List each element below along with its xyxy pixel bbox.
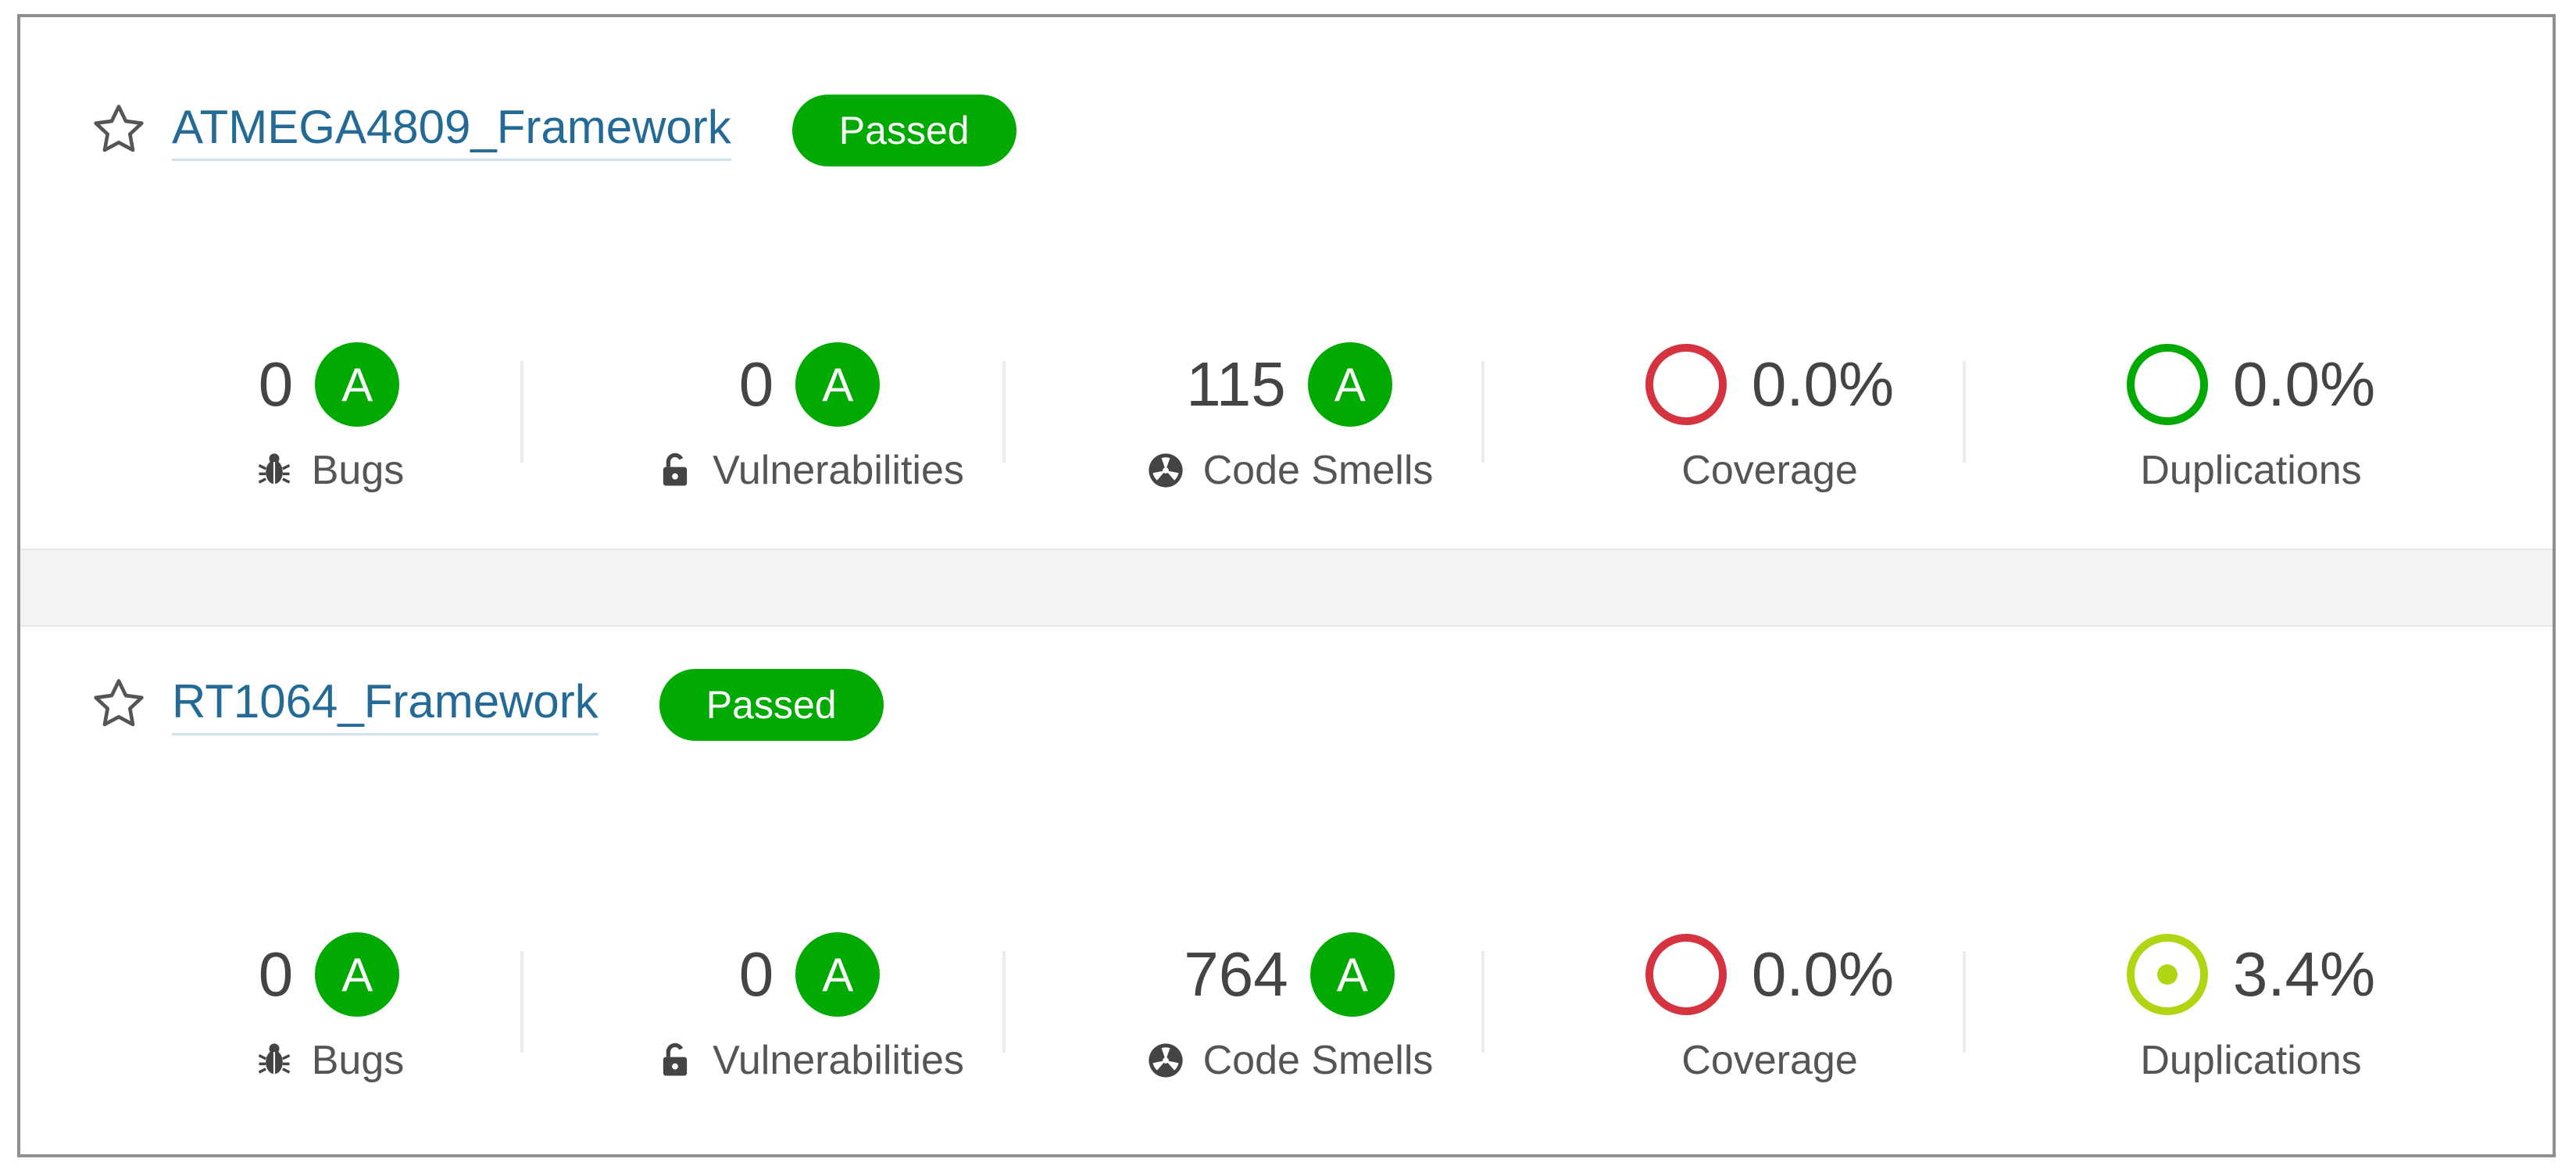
bugs-value[interactable]: 0 — [259, 349, 294, 420]
measure-divider — [1481, 951, 1485, 1053]
vulnerabilities-label: Vulnerabilities — [713, 448, 964, 493]
measures-row: 0 A Bugs 0 A — [20, 314, 2553, 517]
code-smells-label: Code Smells — [1202, 1038, 1434, 1083]
vulnerabilities-value[interactable]: 0 — [739, 349, 774, 420]
star-icon[interactable] — [88, 674, 150, 736]
duplications-label: Duplications — [2140, 448, 2362, 493]
bugs-label: Bugs — [311, 1038, 405, 1083]
code-smells-measure[interactable]: 764 A Code Smells — [1051, 904, 1527, 1107]
coverage-measure[interactable]: 0.0% Coverage — [1531, 904, 2008, 1107]
bugs-rating[interactable]: A — [315, 932, 400, 1017]
vulnerabilities-label: Vulnerabilities — [713, 1038, 964, 1083]
code-smells-value[interactable]: 115 — [1186, 349, 1286, 420]
star-icon[interactable] — [88, 99, 150, 162]
measure-divider — [1963, 361, 1966, 463]
bugs-value[interactable]: 0 — [259, 939, 294, 1010]
measure-divider — [1963, 951, 1966, 1053]
duplications-value[interactable]: 0.0% — [2233, 349, 2375, 420]
vulnerabilities-rating[interactable]: A — [795, 342, 881, 427]
bugs-label: Bugs — [311, 448, 405, 493]
code-smells-rating[interactable]: A — [1307, 342, 1392, 427]
measure-divider — [520, 951, 523, 1053]
measure-divider — [1002, 951, 1006, 1053]
projects-panel: ATMEGA4809_Framework Passed 0 A Bugs 0 A… — [17, 14, 2556, 1157]
vulnerabilities-measure[interactable]: 0 A Vulnerabilities — [571, 904, 1048, 1107]
circle-dot — [2156, 964, 2178, 985]
lock-icon — [655, 1040, 695, 1081]
lock-icon — [655, 450, 695, 491]
coverage-value[interactable]: 0.0% — [1752, 939, 1894, 1010]
duplications-value[interactable]: 3.4% — [2233, 939, 2375, 1010]
code-smells-value[interactable]: 764 — [1184, 939, 1288, 1010]
project-name-link[interactable]: ATMEGA4809_Framework — [172, 100, 731, 161]
coverage-label: Coverage — [1681, 448, 1858, 493]
quality-gate-badge: Passed — [659, 669, 884, 741]
yellowgreen-dot-circle-icon — [2126, 934, 2208, 1015]
project-separator — [20, 549, 2553, 627]
quality-gate-badge: Passed — [791, 95, 1016, 166]
bug-icon — [254, 450, 295, 491]
measures-row: 0 A Bugs 0 A — [20, 904, 2553, 1107]
red-circle-icon — [1645, 934, 1727, 1015]
bug-icon — [254, 1040, 295, 1081]
red-circle-icon — [1645, 344, 1727, 425]
bugs-rating[interactable]: A — [315, 342, 400, 427]
code-smells-measure[interactable]: 115 A Code Smells — [1051, 314, 1527, 517]
project-card: ATMEGA4809_Framework Passed 0 A Bugs 0 A… — [20, 17, 2553, 549]
vulnerabilities-value[interactable]: 0 — [739, 939, 774, 1010]
duplications-label: Duplications — [2140, 1038, 2362, 1083]
coverage-value[interactable]: 0.0% — [1752, 349, 1894, 420]
vulnerabilities-rating[interactable]: A — [795, 932, 881, 1017]
coverage-label: Coverage — [1681, 1038, 1858, 1083]
project-header: ATMEGA4809_Framework Passed — [88, 88, 1016, 173]
radiation-icon — [1145, 1040, 1186, 1081]
code-smells-label: Code Smells — [1202, 448, 1434, 493]
radiation-icon — [1145, 450, 1186, 491]
vulnerabilities-measure[interactable]: 0 A Vulnerabilities — [571, 314, 1048, 517]
coverage-measure[interactable]: 0.0% Coverage — [1531, 314, 2008, 517]
green-circle-icon — [2126, 344, 2208, 425]
duplications-measure[interactable]: 0.0% Duplications — [2013, 314, 2489, 517]
measure-divider — [1002, 361, 1006, 463]
project-card: RT1064_Framework Passed 0 A Bugs 0 A Vul… — [20, 627, 2553, 1154]
code-smells-rating[interactable]: A — [1309, 932, 1395, 1017]
bugs-measure[interactable]: 0 A Bugs — [91, 314, 567, 517]
measure-divider — [1481, 361, 1485, 463]
project-name-link[interactable]: RT1064_Framework — [172, 674, 598, 735]
bugs-measure[interactable]: 0 A Bugs — [91, 904, 567, 1107]
project-header: RT1064_Framework Passed — [88, 662, 884, 748]
duplications-measure[interactable]: 3.4% Duplications — [2013, 904, 2489, 1107]
measure-divider — [520, 361, 523, 463]
